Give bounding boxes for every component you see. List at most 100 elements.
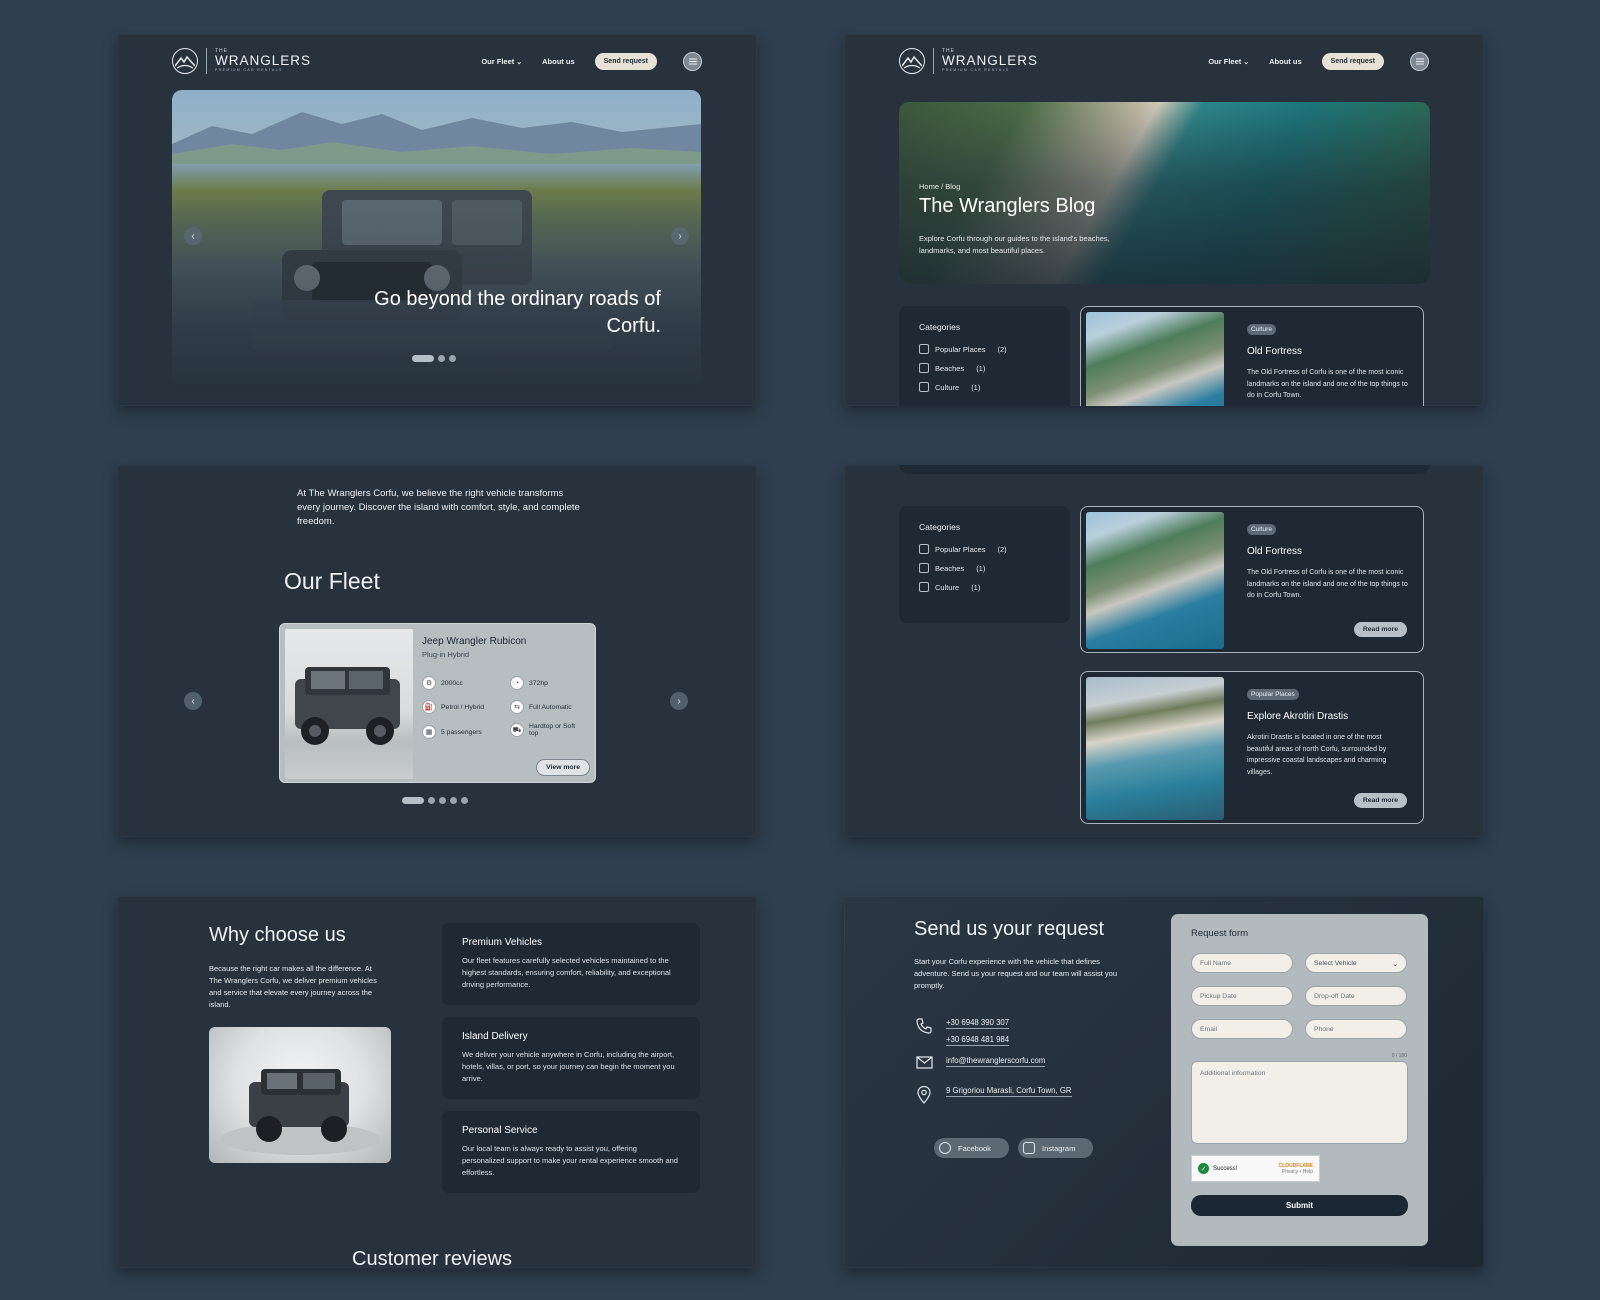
blog-panel: THE WRANGLERS PREMIUM CAR RENTALS Our Fl… [844, 34, 1484, 406]
vehicle-subtitle: Plug-in Hybrid [422, 650, 470, 659]
fleet-dot[interactable] [450, 797, 457, 804]
send-request-button[interactable]: Send request [1321, 53, 1384, 70]
hero-slider: Go beyond the ordinary roads of Corfu. ‹… [172, 90, 701, 386]
checkbox-icon[interactable] [919, 563, 929, 573]
post-title[interactable]: Explore Akrotiri Drastis [1247, 711, 1348, 722]
email-link[interactable]: info@thewranglerscorfu.com [946, 1056, 1046, 1067]
feature-description: Our fleet features carefully selected ve… [462, 956, 671, 989]
captcha-links[interactable]: Privacy • Help [1282, 1169, 1313, 1175]
email-field[interactable]: Email [1191, 1019, 1293, 1039]
categories-title: Categories [919, 522, 961, 532]
hero-pagination [412, 355, 456, 362]
hero-dot[interactable] [449, 355, 456, 362]
phone-field[interactable]: Phone [1305, 1019, 1407, 1039]
page-title: The Wranglers Blog [919, 195, 1096, 217]
captcha-status: Success! [1213, 1165, 1238, 1172]
spec-label: 372hp [529, 679, 548, 687]
feature-premium-vehicles: Premium Vehicles Our fleet features care… [442, 923, 700, 1005]
spec-fuel: ⛽ Petrol / Hybrid [422, 700, 484, 714]
hero-prev-arrow-icon[interactable]: ‹ [184, 227, 202, 245]
menu-icon[interactable] [683, 52, 702, 71]
vehicle-select[interactable]: Select Vehicle ⌄ [1305, 953, 1407, 973]
nav-about-us[interactable]: About us [1269, 57, 1302, 66]
read-more-button[interactable]: Read more [1353, 622, 1407, 637]
fleet-dot[interactable] [428, 797, 435, 804]
category-label: Beaches [935, 563, 965, 573]
site-logo[interactable]: THE WRANGLERS PREMIUM CAR RENTALS [899, 48, 1038, 74]
phone-link-2[interactable]: +30 6948 481 984 [946, 1035, 1010, 1046]
why-description: Because the right car makes all the diff… [209, 964, 377, 1009]
spec-transmission: ⇆ Full Automatic [510, 700, 572, 714]
view-more-button[interactable]: View more [536, 759, 590, 776]
blog-post-card[interactable]: Culture Old Fortress The Old Fortress of… [1080, 306, 1424, 406]
blog-post-card[interactable]: Culture Old Fortress The Old Fortress of… [1080, 506, 1424, 653]
spec-seats: ▦ 5 passengers [422, 725, 482, 739]
logo-divider [933, 48, 934, 74]
nav-our-fleet[interactable]: Our Fleet ⌄ [1208, 57, 1249, 66]
vehicle-name: Jeep Wrangler Rubicon [422, 636, 527, 647]
fleet-panel: At The Wranglers Corfu, we believe the r… [117, 465, 757, 837]
site-header: THE WRANGLERS PREMIUM CAR RENTALS Our Fl… [844, 34, 1484, 90]
checkbox-icon[interactable] [919, 344, 929, 354]
feature-description: We deliver your vehicle anywhere in Corf… [462, 1050, 675, 1083]
post-tag: Culture [1247, 324, 1276, 335]
category-count: (2) [997, 544, 1007, 554]
phone-icon [914, 1018, 934, 1034]
fleet-dot[interactable] [402, 797, 424, 804]
nav-our-fleet[interactable]: Our Fleet ⌄ [481, 57, 522, 66]
site-logo[interactable]: THE WRANGLERS PREMIUM CAR RENTALS [172, 48, 311, 74]
nav-about-us[interactable]: About us [542, 57, 575, 66]
address-link[interactable]: 9 Grigoriou Marasli, Corfu Town, GR [946, 1086, 1072, 1097]
submit-button[interactable]: Submit [1191, 1195, 1408, 1216]
feature-title: Premium Vehicles [462, 937, 543, 948]
post-title[interactable]: Old Fortress [1247, 546, 1302, 557]
category-label: Popular Places [935, 344, 986, 354]
instagram-button[interactable]: Instagram [1018, 1138, 1094, 1158]
category-culture[interactable]: Culture (1) [919, 382, 1050, 392]
blog-list-panel: Categories Popular Places (2) Beaches (1) … [844, 465, 1484, 837]
spec-label: 2000cc [441, 679, 463, 687]
post-tag: Culture [1247, 524, 1276, 535]
menu-icon[interactable] [1410, 52, 1429, 71]
checkbox-icon[interactable] [919, 382, 929, 392]
dropoff-date-field[interactable]: Drop-off Date [1305, 986, 1407, 1006]
fleet-next-arrow-icon[interactable]: › [670, 692, 688, 710]
send-request-button[interactable]: Send request [594, 53, 657, 70]
vehicle-card[interactable]: Jeep Wrangler Rubicon Plug-in Hybrid ⚙ 20… [279, 623, 596, 783]
fleet-dot[interactable] [439, 797, 446, 804]
checkbox-icon[interactable] [919, 582, 929, 592]
fleet-prev-arrow-icon[interactable]: ‹ [184, 692, 202, 710]
feature-island-delivery: Island Delivery We deliver your vehicle … [442, 1017, 700, 1099]
nav-our-fleet-label: Our Fleet [481, 57, 515, 66]
full-name-field[interactable]: Full Name [1191, 953, 1293, 973]
breadcrumb[interactable]: Home / Blog [919, 182, 960, 191]
read-more-button[interactable]: Read more [1353, 793, 1407, 808]
check-icon: ✓ [1198, 1163, 1209, 1174]
category-popular-places[interactable]: Popular Places (2) [919, 544, 1050, 554]
hero-dot[interactable] [412, 355, 434, 362]
old-fortress-image [1086, 312, 1224, 406]
mail-icon [914, 1056, 934, 1069]
phone-link-1[interactable]: +30 6948 390 307 [946, 1018, 1010, 1029]
category-popular-places[interactable]: Popular Places (2) [919, 344, 1050, 354]
blog-hero: Home / Blog The Wranglers Blog Explore C… [899, 102, 1430, 284]
category-culture[interactable]: Culture (1) [919, 582, 1050, 592]
blog-post-card[interactable]: Popular Places Explore Akrotiri Drastis … [1080, 671, 1424, 824]
hero-next-arrow-icon[interactable]: › [671, 227, 689, 245]
checkbox-icon[interactable] [919, 544, 929, 554]
category-beaches[interactable]: Beaches (1) [919, 363, 1050, 373]
hero-shade [172, 90, 701, 386]
post-title[interactable]: Old Fortress [1247, 346, 1302, 357]
categories-title: Categories [919, 322, 961, 332]
fleet-dot[interactable] [461, 797, 468, 804]
facebook-button[interactable]: Facebook [934, 1138, 1009, 1158]
hero-dot[interactable] [438, 355, 445, 362]
logo-divider [206, 48, 207, 74]
additional-info-textarea[interactable]: Additional information [1191, 1061, 1408, 1144]
chevron-down-icon: ⌄ [1392, 961, 1398, 968]
category-beaches[interactable]: Beaches (1) [919, 563, 1050, 573]
checkbox-icon[interactable] [919, 363, 929, 373]
captcha-widget[interactable]: ✓ Success! CLOUDFLARE Privacy • Help [1191, 1155, 1320, 1182]
pickup-date-field[interactable]: Pickup Date [1191, 986, 1293, 1006]
engine-icon: ⚙ [422, 676, 436, 690]
